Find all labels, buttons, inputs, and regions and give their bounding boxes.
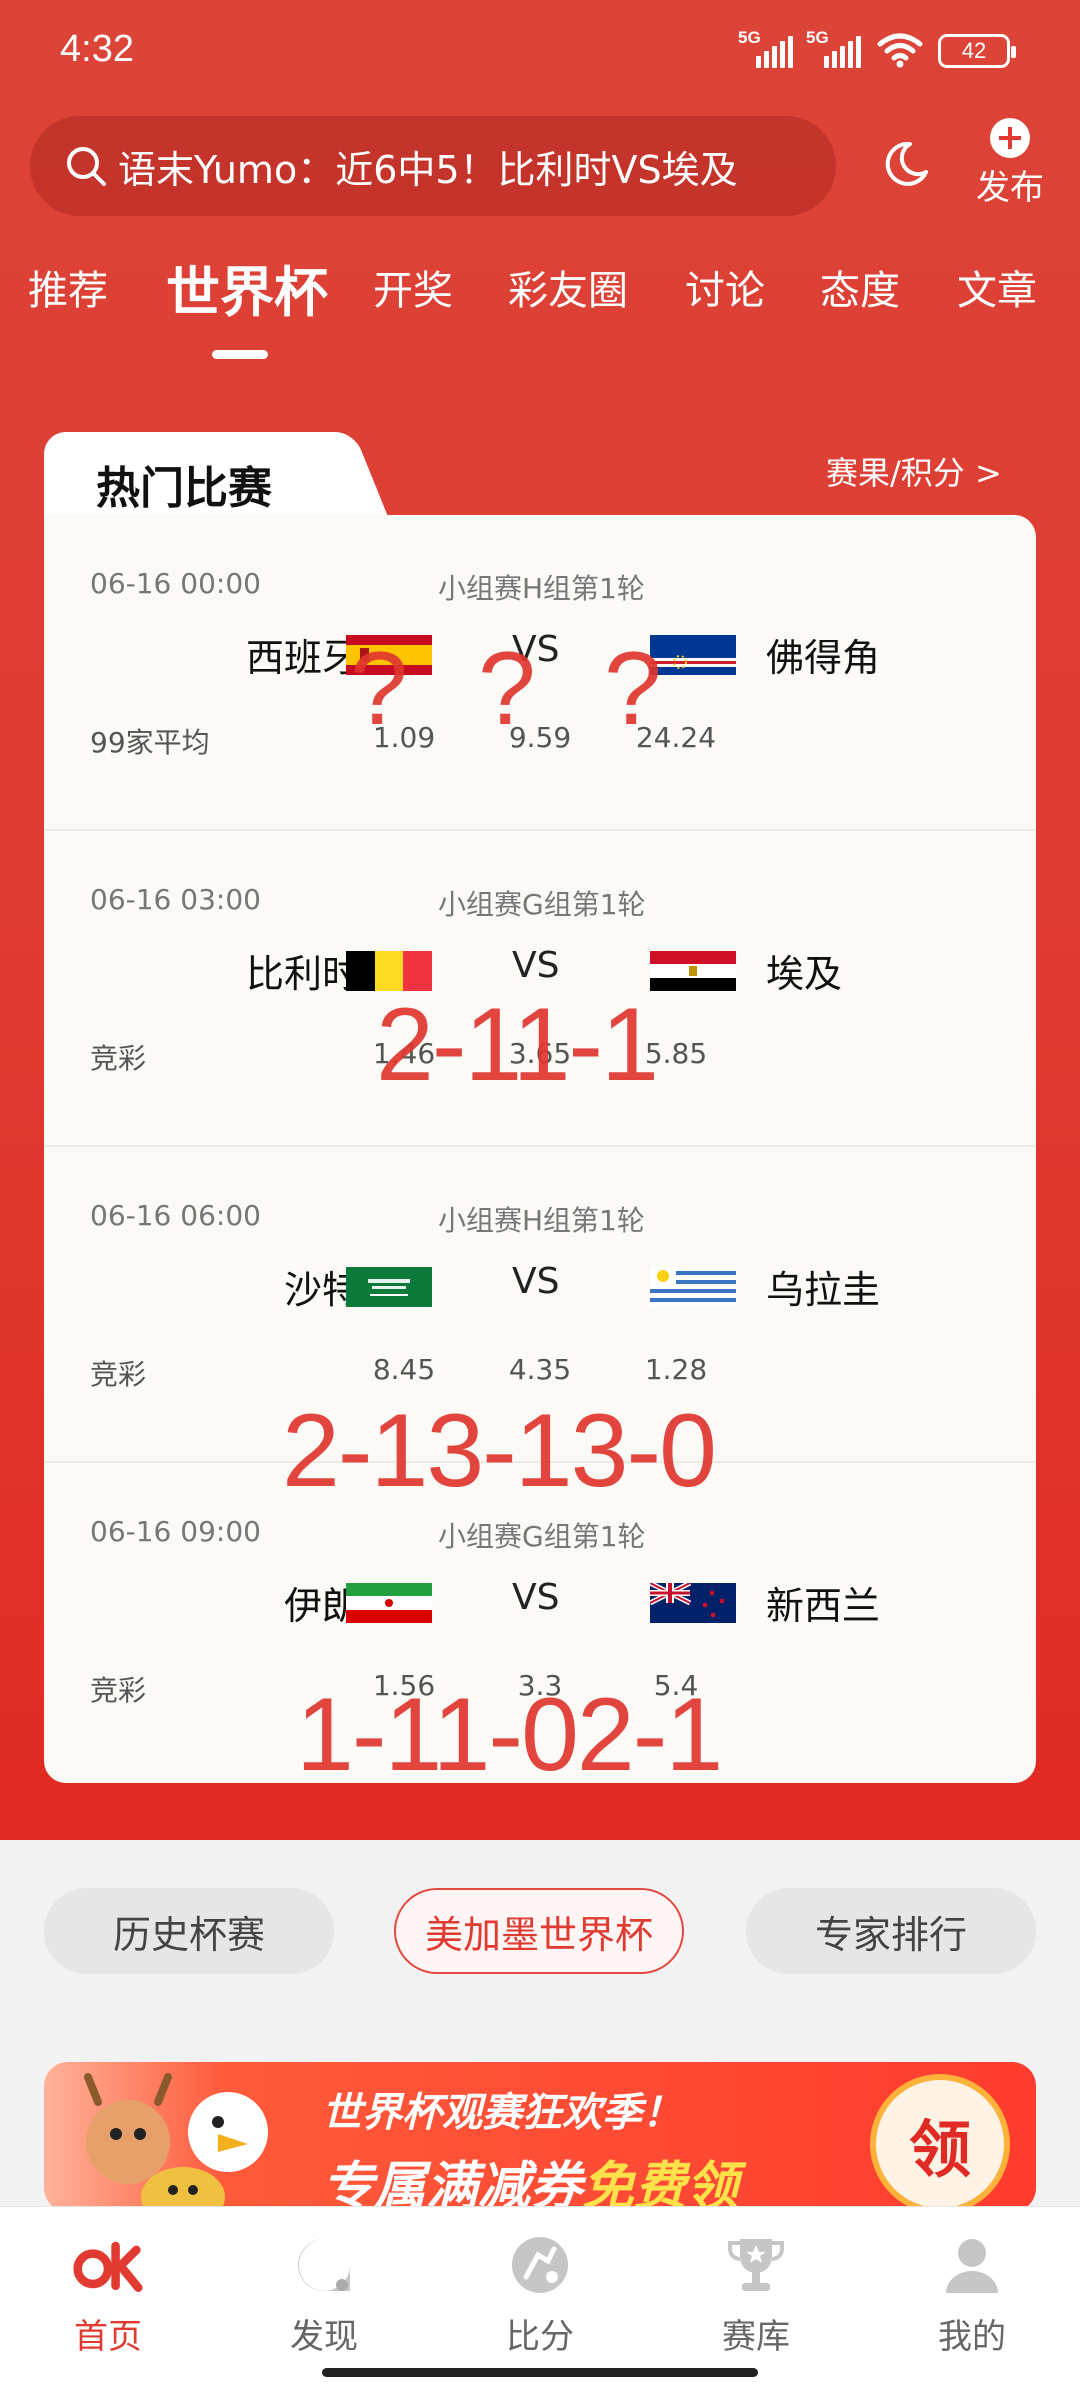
- mascots-illustration: [84, 2073, 268, 2212]
- plus-icon: [990, 118, 1030, 158]
- banner-headline: 世界杯观赛狂欢季！: [322, 2090, 682, 2136]
- home-indicator[interactable]: [322, 2368, 758, 2377]
- search-icon: [56, 136, 116, 196]
- home-team: 西班牙: [245, 636, 360, 680]
- nav-home-label: 首页: [74, 2317, 142, 2357]
- profile-icon: [936, 2229, 1008, 2301]
- tab-world-cup[interactable]: 世界杯: [166, 248, 328, 327]
- odds-draw: 4.35: [508, 1353, 572, 1386]
- belgium-flag-icon: [346, 951, 432, 991]
- odds-source: 竞彩: [90, 1674, 147, 1707]
- match-stage: 小组赛G组第1轮: [438, 1520, 646, 1553]
- vs-label: VS: [512, 945, 560, 986]
- search-hint: 语末Yumo：近6中5！比利时VS埃及: [118, 147, 738, 192]
- match-datetime: 06-16 00:00: [90, 567, 261, 600]
- banner-subline: 专属满减券免费领: [322, 2144, 738, 2212]
- discover-icon: [288, 2229, 360, 2301]
- banner-subline-text: 专属满减券: [322, 2157, 583, 2212]
- match-stage: 小组赛H组第1轮: [438, 1204, 645, 1237]
- nav-discover[interactable]: 发现: [254, 2229, 394, 2358]
- ok-logo-icon: [72, 2229, 144, 2301]
- signal-5g-icon: 5G: [738, 28, 800, 68]
- search-bar[interactable]: 语末Yumo：近6中5！比利时VS埃及: [30, 116, 836, 216]
- tab-recommend[interactable]: 推荐: [28, 258, 108, 316]
- prediction-scores: 2-13-13-0: [282, 1393, 717, 1509]
- new-zealand-flag-icon: [650, 1583, 736, 1623]
- publish-button[interactable]: 发布: [960, 118, 1060, 209]
- nav-database[interactable]: 赛库: [686, 2229, 826, 2358]
- banner-subline-highlight: 免费领: [582, 2157, 739, 2212]
- trophy-icon: [720, 2229, 792, 2301]
- home-team: 比利时: [245, 952, 360, 996]
- battery-icon: 42: [938, 34, 1016, 68]
- nav-profile[interactable]: 我的: [902, 2229, 1042, 2358]
- nav-database-label: 赛库: [722, 2317, 790, 2357]
- wifi-icon: [877, 33, 923, 68]
- active-tab-indicator: [212, 350, 268, 359]
- uruguay-flag-icon: [650, 1267, 736, 1307]
- egypt-flag-icon: [650, 951, 736, 991]
- nav-discover-label: 发现: [290, 2317, 358, 2357]
- prediction-mark: ?: [350, 631, 408, 747]
- away-team: 埃及: [766, 952, 843, 996]
- hot-matches-card: 06-16 00:00 小组赛H组第1轮 西班牙 VS 佛得角 99家平均 1.…: [44, 515, 1036, 1783]
- match-datetime: 06-16 03:00: [90, 883, 261, 916]
- signal-5g-icon: 5G: [806, 28, 868, 68]
- odds-away: 1.28: [644, 1353, 708, 1386]
- prediction-scores: 2-11-1: [376, 987, 659, 1103]
- iran-flag-icon: [346, 1583, 432, 1623]
- vs-label: VS: [512, 1577, 560, 1618]
- tab-lottery-results[interactable]: 开奖: [373, 258, 453, 316]
- claim-badge[interactable]: 领: [870, 2074, 1010, 2212]
- odds-source: 竞彩: [90, 1042, 147, 1075]
- cape-verde-flag-icon: [650, 635, 736, 675]
- publish-label: 发布: [976, 168, 1044, 208]
- world-cup-2026-chip[interactable]: 美加墨世界杯: [394, 1888, 684, 1974]
- saudi-arabia-flag-icon: [346, 1267, 432, 1307]
- match-row[interactable]: 06-16 00:00 小组赛H组第1轮 西班牙 VS 佛得角 99家平均 1.…: [44, 515, 1036, 831]
- soccer-ball-icon: [504, 2229, 576, 2301]
- nav-home[interactable]: 首页: [38, 2229, 178, 2358]
- status-time: 4:32: [60, 28, 134, 70]
- results-standings-link[interactable]: 赛果/积分 >: [826, 448, 1002, 494]
- prediction-mark: ?: [478, 631, 536, 747]
- away-team: 乌拉圭: [766, 1268, 881, 1312]
- tab-articles[interactable]: 文章: [957, 258, 1037, 316]
- category-tabs: 推荐 世界杯 开奖 彩友圈 讨论 态度 文章: [0, 258, 1080, 338]
- away-team: 新西兰: [766, 1584, 881, 1628]
- nav-scores-label: 比分: [506, 2317, 574, 2357]
- away-team: 佛得角: [766, 636, 881, 680]
- night-mode-icon[interactable]: [880, 138, 932, 190]
- shortcut-chips: 历史杯赛 美加墨世界杯 专家排行: [0, 1840, 1080, 2020]
- odds-home: 8.45: [372, 1353, 436, 1386]
- match-stage: 小组赛H组第1轮: [438, 572, 645, 605]
- match-datetime: 06-16 09:00: [90, 1515, 261, 1548]
- tab-community[interactable]: 彩友圈: [508, 258, 628, 316]
- prediction-scores: 1-11-02-1: [296, 1677, 723, 1793]
- tab-attitude[interactable]: 态度: [820, 258, 900, 316]
- odds-source: 竞彩: [90, 1358, 147, 1391]
- history-cups-chip[interactable]: 历史杯赛: [44, 1888, 334, 1974]
- expert-ranking-chip[interactable]: 专家排行: [746, 1888, 1036, 1974]
- tab-discussion[interactable]: 讨论: [685, 258, 765, 316]
- match-datetime: 06-16 06:00: [90, 1199, 261, 1232]
- vs-label: VS: [512, 1261, 560, 1302]
- status-bar: 4:32 5G 5G 42: [0, 0, 1080, 105]
- hot-matches-title: 热门比赛: [96, 463, 272, 514]
- nav-scores[interactable]: 比分: [470, 2229, 610, 2358]
- promo-banner[interactable]: 世界杯观赛狂欢季！ 专属满减券免费领 领: [44, 2062, 1036, 2212]
- prediction-mark: ?: [604, 631, 662, 747]
- odds-source: 99家平均: [90, 726, 210, 759]
- nav-profile-label: 我的: [938, 2317, 1006, 2357]
- match-stage: 小组赛G组第1轮: [438, 888, 646, 921]
